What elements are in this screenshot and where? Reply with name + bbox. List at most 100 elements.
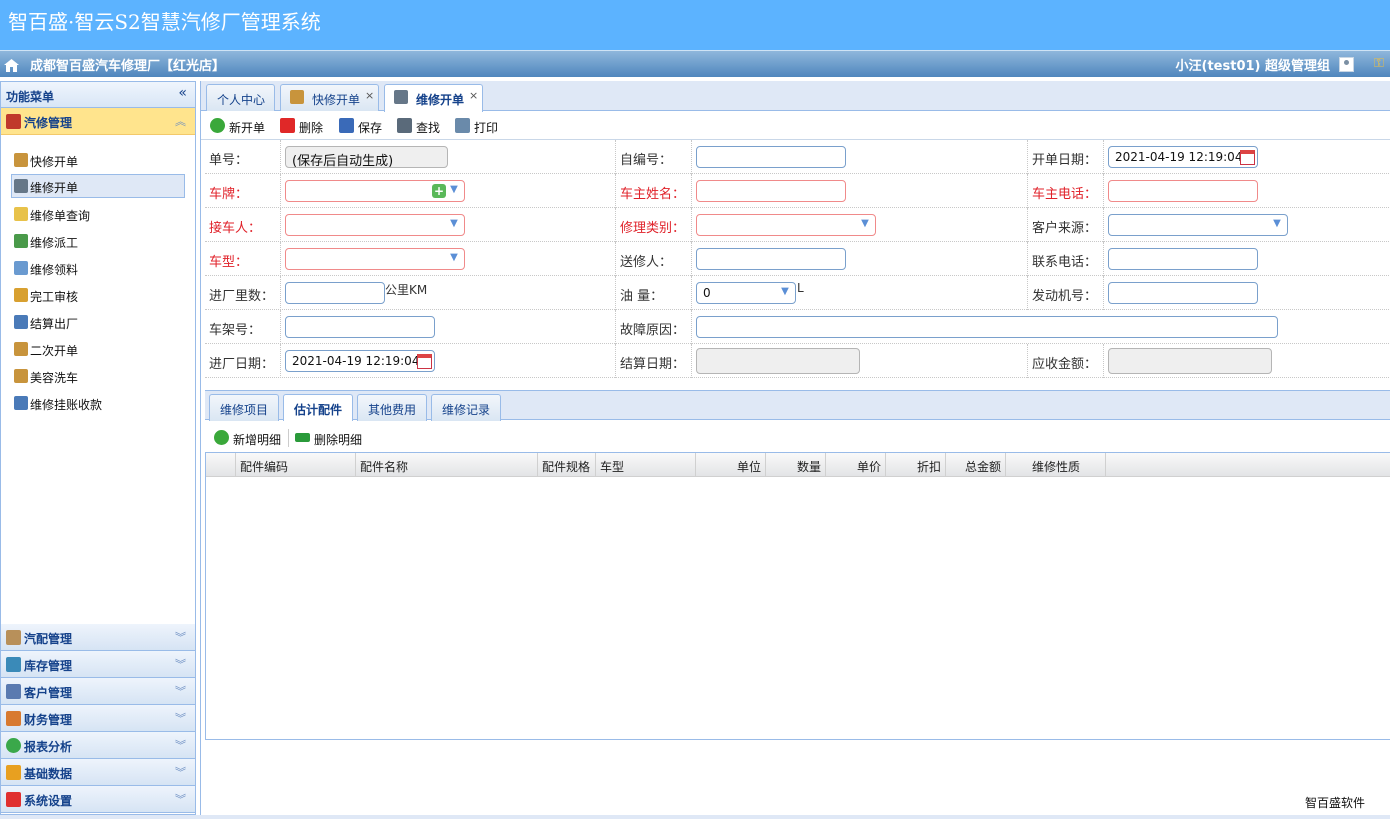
section-label: 报表分析 bbox=[24, 740, 73, 754]
column-header[interactable]: 车型 bbox=[596, 453, 696, 477]
column-header[interactable]: 配件规格 bbox=[538, 453, 596, 477]
chevron-down-icon: ︾ bbox=[175, 766, 186, 779]
close-tab-icon[interactable]: × bbox=[469, 89, 478, 102]
calendar-icon[interactable] bbox=[417, 354, 432, 369]
detail-toolbar: 新增明细 删除明细 bbox=[205, 421, 1390, 453]
tab-repair-history[interactable]: 维修记录 bbox=[431, 394, 501, 421]
sidebar-item-order-query[interactable]: 维修单查询 bbox=[11, 202, 185, 226]
tab-label: 维修记录 bbox=[441, 403, 490, 417]
folder-search-icon bbox=[14, 207, 28, 221]
key-icon[interactable]: ⚿ bbox=[1374, 57, 1388, 71]
engine-no-field[interactable] bbox=[1108, 282, 1258, 304]
section-reports[interactable]: 报表分析 ︾ bbox=[1, 732, 195, 759]
section-finance[interactable]: 财务管理 ︾ bbox=[1, 705, 195, 732]
chevron-down-icon[interactable]: ▼ bbox=[448, 218, 460, 230]
add-plate-icon[interactable]: + bbox=[432, 184, 446, 198]
stamp-icon bbox=[14, 288, 28, 302]
chevron-down-icon[interactable]: ▼ bbox=[448, 184, 460, 196]
sidebar-item-credit-payment[interactable]: 维修挂账收款 bbox=[11, 391, 185, 415]
tab-other-fees[interactable]: 其他费用 bbox=[357, 394, 427, 421]
chevron-down-icon[interactable]: ▼ bbox=[779, 286, 791, 298]
user-profile-icon[interactable] bbox=[1339, 57, 1354, 72]
repair-type-select[interactable]: ▼ bbox=[696, 214, 876, 236]
engine-no-label: 发动机号： bbox=[1032, 289, 1098, 304]
sidebar-item-car-wash[interactable]: 美容洗车 bbox=[11, 364, 185, 388]
sidebar-item-dispatch[interactable]: 维修派工 bbox=[11, 229, 185, 253]
binoculars-icon bbox=[397, 118, 412, 133]
sender-field[interactable] bbox=[696, 248, 846, 270]
tab-repair-items[interactable]: 维修项目 bbox=[209, 394, 279, 421]
column-header[interactable]: 折扣 bbox=[886, 453, 946, 477]
vin-field[interactable] bbox=[285, 316, 435, 338]
section-customers[interactable]: 客户管理 ︾ bbox=[1, 678, 195, 705]
self-no-field[interactable] bbox=[696, 146, 846, 168]
collapse-sidebar-icon[interactable]: « bbox=[178, 85, 187, 101]
sidebar-item-material[interactable]: 维修领料 bbox=[11, 256, 185, 280]
box-icon bbox=[14, 342, 28, 356]
app-header: 智百盛·智云S2智慧汽修厂管理系统 bbox=[0, 0, 1390, 50]
owner-name-field[interactable] bbox=[696, 180, 846, 202]
section-label: 客户管理 bbox=[24, 686, 73, 700]
column-header[interactable]: 配件名称 bbox=[356, 453, 538, 477]
chevron-down-icon[interactable]: ▼ bbox=[448, 252, 460, 264]
button-label: 保存 bbox=[358, 121, 383, 135]
section-settings[interactable]: 系统设置 ︾ bbox=[1, 786, 195, 813]
tab-quick-repair[interactable]: 快修开单 × bbox=[280, 84, 379, 111]
edit-icon bbox=[14, 261, 28, 275]
chevron-down-icon[interactable]: ▼ bbox=[859, 218, 871, 230]
mileage-field[interactable] bbox=[285, 282, 385, 304]
chevron-down-icon: ︾ bbox=[175, 712, 186, 725]
owner-phone-field[interactable] bbox=[1108, 180, 1258, 202]
receiver-label: 接车人： bbox=[209, 221, 262, 236]
section-base-data[interactable]: 基础数据 ︾ bbox=[1, 759, 195, 786]
column-header[interactable]: 单价 bbox=[826, 453, 886, 477]
section-parts[interactable]: 汽配管理 ︾ bbox=[1, 624, 195, 651]
plate-combo[interactable]: + ▼ bbox=[285, 180, 465, 202]
sidebar-item-label: 维修开单 bbox=[30, 181, 79, 195]
tab-repair-order[interactable]: 维修开单 × bbox=[384, 84, 483, 112]
plate-label: 车牌： bbox=[209, 187, 249, 202]
car-model-label: 车型： bbox=[209, 255, 249, 270]
box-icon bbox=[14, 153, 28, 167]
section-inventory[interactable]: 库存管理 ︾ bbox=[1, 651, 195, 678]
form-row: 进厂日期： 2021-04-19 12:19:04 结算日期： 应收金额： bbox=[205, 344, 1390, 378]
column-header[interactable]: 维修性质 bbox=[1006, 453, 1106, 477]
wrench-screwdriver-icon bbox=[394, 90, 408, 104]
finance-icon bbox=[6, 711, 21, 726]
sender-label: 送修人： bbox=[620, 255, 673, 270]
chevron-down-icon[interactable]: ▼ bbox=[1271, 218, 1283, 230]
button-label: 新增明细 bbox=[233, 433, 282, 447]
enter-date-field[interactable]: 2021-04-19 12:19:04 bbox=[285, 350, 435, 372]
calendar-icon[interactable] bbox=[1240, 150, 1255, 165]
tab-estimated-parts[interactable]: 估计配件 bbox=[283, 394, 353, 422]
fuel-unit: L bbox=[797, 281, 804, 295]
close-tab-icon[interactable]: × bbox=[365, 89, 374, 102]
column-header[interactable]: 配件编码 bbox=[236, 453, 356, 477]
open-date-field[interactable]: 2021-04-19 12:19:04 bbox=[1108, 146, 1258, 168]
fuel-select[interactable]: 0 ▼ bbox=[696, 282, 796, 304]
column-header[interactable]: 总金额 bbox=[946, 453, 1006, 477]
home-icon[interactable] bbox=[4, 59, 19, 72]
tab-personal-center[interactable]: 个人中心 bbox=[206, 84, 275, 111]
column-header[interactable]: 单位 bbox=[696, 453, 766, 477]
sidebar-item-reorder[interactable]: 二次开单 bbox=[11, 337, 185, 361]
toolbar-divider bbox=[288, 429, 289, 447]
fault-field[interactable] bbox=[696, 316, 1278, 338]
contact-phone-field[interactable] bbox=[1108, 248, 1258, 270]
section-label: 汽修管理 bbox=[24, 116, 73, 130]
sidebar-item-quick-repair[interactable]: 快修开单 bbox=[11, 148, 185, 172]
column-header[interactable]: 数量 bbox=[766, 453, 826, 477]
person-icon bbox=[14, 396, 28, 410]
sidebar-item-audit[interactable]: 完工审核 bbox=[11, 283, 185, 307]
button-label: 新开单 bbox=[229, 121, 266, 135]
save-icon bbox=[339, 118, 354, 133]
section-repair-management[interactable]: 汽修管理 ︽ bbox=[1, 108, 195, 135]
button-label: 删除明细 bbox=[314, 433, 363, 447]
footer-brand: 智百盛软件 bbox=[1305, 796, 1366, 810]
receiver-select[interactable]: ▼ bbox=[285, 214, 465, 236]
customer-source-select[interactable]: ▼ bbox=[1108, 214, 1288, 236]
car-model-select[interactable]: ▼ bbox=[285, 248, 465, 270]
fault-label: 故障原因： bbox=[620, 323, 686, 338]
sidebar-item-checkout[interactable]: 结算出厂 bbox=[11, 310, 185, 334]
sidebar-item-repair-order[interactable]: 维修开单 bbox=[11, 174, 185, 198]
